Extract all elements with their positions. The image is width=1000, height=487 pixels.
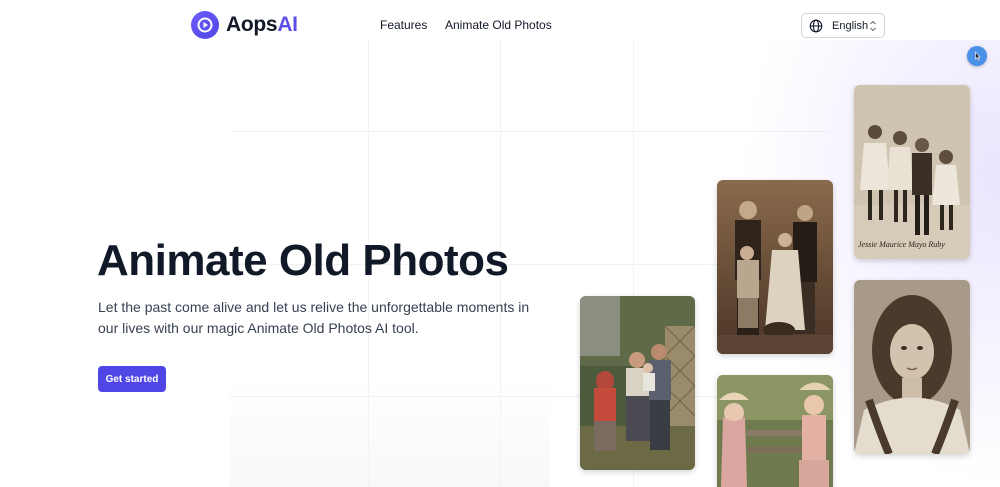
get-started-button[interactable]: Get started xyxy=(98,366,166,392)
select-caret-icon xyxy=(869,19,877,33)
brand-name: AopsAI xyxy=(226,13,298,37)
language-selected-value: English xyxy=(832,19,869,32)
hero-title: Animate Old Photos xyxy=(97,236,509,285)
sepia-four-children-photo: Jessie Maurice Mayo Ruby xyxy=(854,85,970,259)
language-select[interactable]: English xyxy=(801,13,885,38)
nav-animate-old-photos[interactable]: Animate Old Photos xyxy=(445,18,552,32)
logo-link[interactable]: AopsAI xyxy=(191,11,298,39)
sepia-girl-curly-hair-photo xyxy=(854,280,970,454)
handwritten-caption: Jessie Maurice Mayo Ruby xyxy=(858,240,945,249)
color-girls-bench-photo xyxy=(717,375,833,487)
site-header: AopsAI Features Animate Old Photos Engli… xyxy=(0,0,1000,50)
brand-name-accent: AI xyxy=(277,13,298,36)
background-fade xyxy=(230,380,550,487)
assistant-icon[interactable] xyxy=(967,46,987,66)
globe-icon xyxy=(809,19,823,33)
sepia-family-portrait-photo xyxy=(717,180,833,354)
brand-name-main: Aops xyxy=(226,13,278,36)
logo-play-icon xyxy=(191,11,219,39)
hero-subtitle: Let the past come alive and let us reliv… xyxy=(98,299,530,336)
color-family-garden-photo xyxy=(580,296,695,470)
nav-features[interactable]: Features xyxy=(380,18,427,32)
